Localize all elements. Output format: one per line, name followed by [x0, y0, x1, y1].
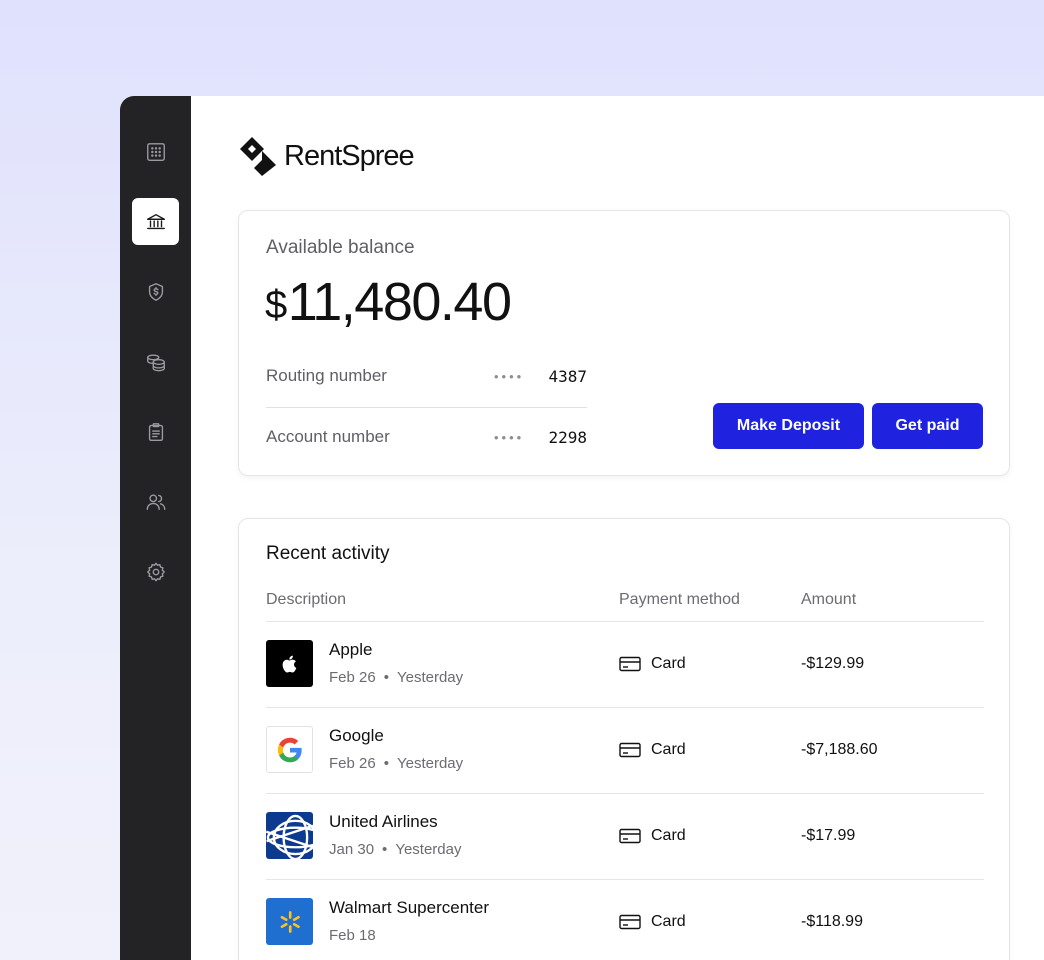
routing-number-last4: 4387: [548, 366, 587, 386]
coins-icon: [146, 353, 165, 371]
transaction-date: Jan 30 • Yesterday: [329, 841, 462, 858]
get-paid-button[interactable]: Get paid: [872, 403, 983, 449]
payment-method: Card: [619, 741, 686, 759]
routing-number-mask: ••••: [494, 368, 525, 384]
transaction-amount: -$17.99: [801, 827, 856, 844]
bank-icon: [146, 213, 165, 229]
balance-value: 11,480.40: [287, 272, 512, 332]
transaction-row[interactable]: Apple Feb 26 • Yesterday Card -$129.99: [266, 621, 984, 707]
brand-logo: RentSpree: [238, 136, 415, 176]
users-icon: [146, 493, 165, 510]
account-number-label: Account number: [266, 427, 390, 446]
transaction-name: Google: [329, 726, 384, 745]
gear-icon: [146, 562, 165, 581]
main-content: RentSpree Available balance $ 11,480.40 …: [191, 96, 1044, 960]
transaction-amount: -$118.99: [801, 913, 863, 930]
card-icon: [619, 828, 641, 844]
card-icon: [619, 914, 641, 930]
balance-label: Available balance: [266, 237, 415, 258]
payment-method: Card: [619, 913, 686, 931]
account-number-last4: 2298: [548, 427, 587, 447]
transaction-name: Apple: [329, 640, 373, 659]
account-number-row: Account number •••• 2298: [266, 417, 587, 457]
google-logo-icon: [266, 726, 313, 773]
walmart-logo-icon: [266, 898, 313, 945]
brand-name: RentSpree: [284, 139, 415, 172]
routing-number-row: Routing number •••• 4387: [266, 356, 587, 396]
transaction-row[interactable]: Google Feb 26 • Yesterday Card -$7,188.60: [266, 707, 984, 793]
card-icon: [619, 656, 641, 672]
column-header-amount: Amount: [801, 591, 857, 608]
rentspree-logo-icon: [240, 137, 276, 176]
balance-card: Available balance $ 11,480.40 Routing nu…: [238, 210, 1010, 476]
clipboard-icon: [148, 422, 163, 441]
apple-logo-icon: [266, 640, 313, 687]
recent-activity-title: Recent activity: [266, 543, 390, 564]
transaction-date: Feb 18: [329, 927, 376, 944]
transaction-name: Walmart Supercenter: [329, 898, 489, 917]
sidebar-item-settings[interactable]: [132, 548, 179, 595]
sidebar-item-reports[interactable]: [132, 408, 179, 455]
transaction-row[interactable]: United Airlines Jan 30 • Yesterday Card -$…: [266, 793, 984, 879]
sidebar-item-banking[interactable]: [132, 198, 179, 245]
grid-icon: [146, 142, 165, 161]
card-icon: [619, 742, 641, 758]
transaction-date: Feb 26 • Yesterday: [329, 669, 464, 686]
sidebar: [120, 96, 191, 960]
column-header-payment-method: Payment method: [619, 591, 740, 608]
sidebar-item-payments[interactable]: [132, 338, 179, 385]
column-header-description: Description: [266, 591, 347, 608]
balance-amount: $ 11,480.40: [265, 271, 512, 333]
sidebar-item-dashboard[interactable]: [132, 128, 179, 175]
sidebar-item-tenants[interactable]: [132, 478, 179, 525]
united-airlines-logo-icon: [266, 812, 313, 859]
currency-symbol: $: [265, 283, 287, 327]
transaction-list: Apple Feb 26 • Yesterday Card -$129.99 G…: [266, 621, 984, 960]
transaction-amount: -$129.99: [801, 655, 865, 672]
routing-number-label: Routing number: [266, 366, 387, 385]
account-number-mask: ••••: [494, 429, 525, 445]
make-deposit-button[interactable]: Make Deposit: [713, 403, 864, 449]
transaction-amount: -$7,188.60: [801, 741, 878, 758]
payment-method: Card: [619, 655, 686, 673]
transaction-date: Feb 26 • Yesterday: [329, 755, 464, 772]
app-window: RentSpree Available balance $ 11,480.40 …: [120, 96, 1044, 960]
sidebar-item-protection[interactable]: [132, 268, 179, 315]
transaction-name: United Airlines: [329, 812, 438, 831]
recent-activity-card: Recent activity Description Payment meth…: [238, 518, 1010, 960]
payment-method: Card: [619, 827, 686, 845]
divider: [266, 407, 587, 408]
transaction-row[interactable]: Walmart Supercenter Feb 18 Card -$118.99: [266, 879, 984, 960]
shield-dollar-icon: [148, 282, 163, 301]
